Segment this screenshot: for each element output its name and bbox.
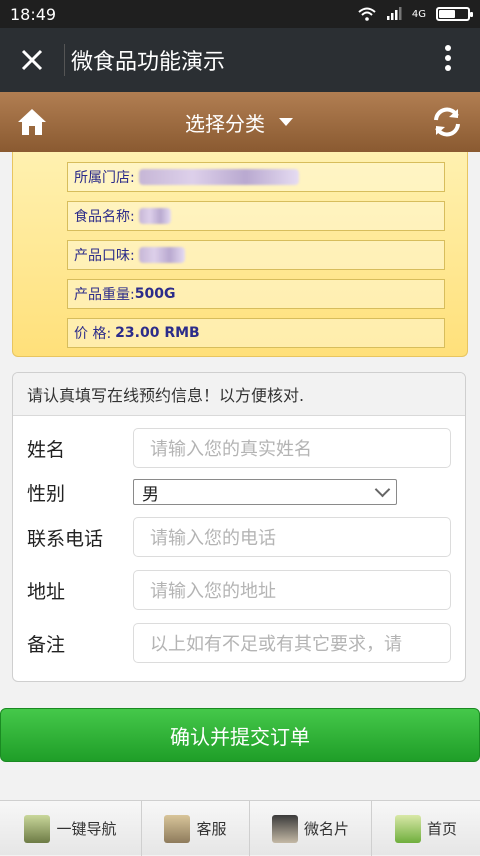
- signal-icon: [386, 7, 402, 20]
- nav-item-business-card[interactable]: 微名片: [250, 801, 372, 856]
- price-row: 价 格: 23.00 RMB: [67, 318, 445, 348]
- gender-value: 男: [142, 484, 159, 505]
- wifi-icon: [358, 7, 376, 21]
- address-label: 地址: [27, 580, 66, 603]
- close-button[interactable]: [0, 28, 64, 92]
- note-input[interactable]: 以上如有不足或有其它要求，请: [133, 623, 451, 663]
- chevron-down-icon: [374, 481, 391, 497]
- note-row: 备注 以上如有不足或有其它要求，请: [13, 623, 465, 663]
- status-icons: 4G: [358, 7, 473, 21]
- refresh-icon[interactable]: [430, 105, 464, 139]
- reservation-form: 请认真填写在线预约信息！以方便核对. 姓名 请输入您的真实姓名 性别 男 联系电…: [12, 372, 466, 682]
- customer-service-icon: [164, 814, 191, 843]
- navigation-avatar-icon: [24, 814, 51, 843]
- caret-down-icon: [279, 118, 293, 126]
- store-label: 所属门店:: [74, 170, 135, 186]
- form-heading: 请认真填写在线预约信息！以方便核对.: [13, 373, 465, 416]
- weight-label: 产品重量:: [74, 287, 135, 303]
- name-row: 姓名 请输入您的真实姓名: [13, 428, 465, 468]
- close-icon: [21, 49, 43, 71]
- nav-label: 微名片: [303, 820, 349, 838]
- nav-label: 首页: [426, 820, 457, 838]
- nav-label: 客服: [196, 820, 227, 838]
- address-row: 地址 请输入您的地址: [13, 570, 465, 610]
- price-label: 价 格:: [74, 326, 112, 342]
- weight-value: 500G: [134, 286, 176, 302]
- status-time: 18:49: [10, 4, 57, 24]
- flavor-row: 产品口味:: [67, 240, 445, 270]
- home-icon[interactable]: [16, 107, 48, 137]
- flavor-redacted: [138, 247, 185, 263]
- phone-input[interactable]: 请输入您的电话: [133, 517, 451, 557]
- name-input[interactable]: 请输入您的真实姓名: [133, 428, 451, 468]
- more-menu-button[interactable]: [416, 44, 480, 77]
- battery-icon: [436, 7, 473, 21]
- name-label: 姓名: [27, 438, 66, 461]
- phone-row: 联系电话 请输入您的电话: [13, 517, 465, 557]
- category-selector[interactable]: 选择分类: [185, 108, 293, 137]
- phone-label: 联系电话: [27, 527, 104, 550]
- network-type: 4G: [411, 8, 426, 20]
- bottom-nav: 一键导航 客服 微名片 首页: [0, 800, 480, 856]
- category-bar: 选择分类: [0, 92, 480, 152]
- nav-item-navigation[interactable]: 一键导航: [0, 801, 142, 856]
- flavor-label: 产品口味:: [74, 248, 135, 264]
- app-title: 微食品功能演示: [71, 50, 226, 75]
- more-vertical-icon: [445, 44, 451, 71]
- gender-label: 性别: [27, 482, 66, 505]
- store-row: 所属门店:: [67, 162, 445, 192]
- status-bar: 18:49 4G: [0, 0, 480, 28]
- home-thumb-icon: [394, 814, 421, 843]
- product-info-panel: 所属门店: 食品名称: 产品口味: 产品重量: 500G 价 格: 23.00 …: [12, 152, 468, 357]
- food-name-row: 食品名称:: [67, 201, 445, 231]
- price-value: 23.00 RMB: [115, 325, 200, 341]
- weight-row: 产品重量: 500G: [67, 279, 445, 309]
- food-name-label: 食品名称:: [74, 209, 135, 225]
- submit-order-button[interactable]: 确认并提交订单: [0, 708, 480, 762]
- nav-item-home[interactable]: 首页: [372, 801, 480, 856]
- nav-label: 一键导航: [56, 820, 117, 838]
- address-input[interactable]: 请输入您的地址: [133, 570, 451, 610]
- app-bar: 微食品功能演示: [0, 28, 480, 92]
- business-card-icon: [271, 814, 298, 843]
- category-label: 选择分类: [185, 111, 265, 136]
- food-name-redacted: [138, 208, 171, 224]
- note-label: 备注: [27, 633, 66, 656]
- nav-item-customer-service[interactable]: 客服: [142, 801, 250, 856]
- gender-row: 性别 男: [13, 479, 465, 505]
- store-value-redacted: [138, 169, 299, 185]
- gender-select[interactable]: 男: [133, 479, 397, 505]
